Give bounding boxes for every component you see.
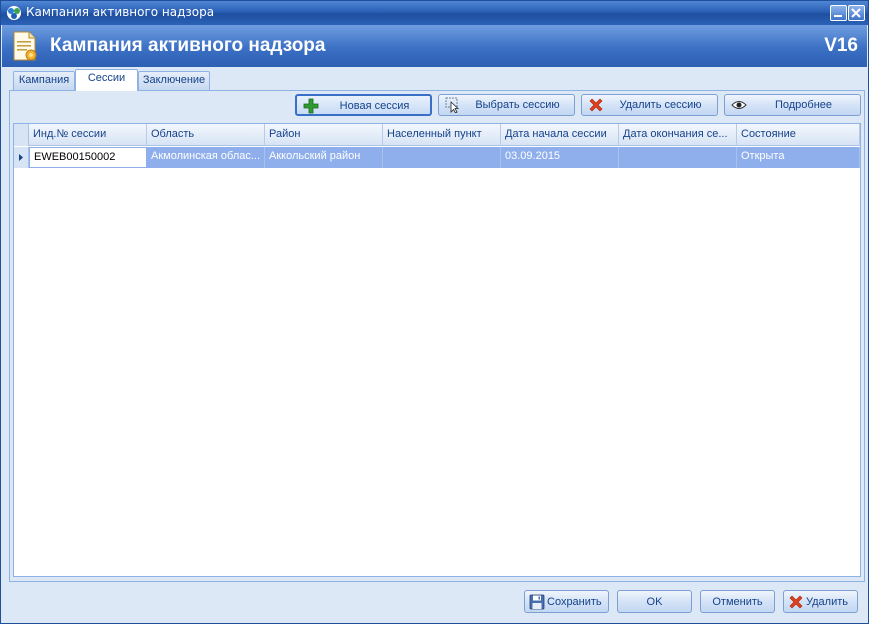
eye-icon <box>731 101 747 109</box>
ok-label: OK <box>646 596 663 608</box>
column-header-status[interactable]: Состояние <box>737 124 860 146</box>
header-banner: Кампания активного надзора V16 <box>2 25 867 67</box>
table-row[interactable]: EWEB00150002 Акмолинская облас... Акколь… <box>14 147 860 168</box>
select-session-button[interactable]: Выбрать сессию <box>438 94 575 116</box>
cancel-label: Отменить <box>712 596 763 608</box>
title-bar[interactable]: Кампания активного надзора <box>1 1 868 25</box>
delete-button[interactable]: Удалить <box>783 590 858 613</box>
current-row-arrow-icon <box>19 154 23 161</box>
ok-button[interactable]: OK <box>617 590 692 613</box>
app-logo-icon <box>7 6 21 20</box>
row-indicator-header <box>14 124 29 146</box>
cancel-button[interactable]: Отменить <box>700 590 775 613</box>
cell-session-id[interactable]: EWEB00150002 <box>29 147 147 168</box>
add-icon <box>303 98 319 114</box>
column-header-start-date[interactable]: Дата начала сессии <box>501 124 619 146</box>
main-window: Кампания активного надзора Кампания акти… <box>0 0 869 624</box>
select-session-label: Выбрать сессию <box>475 99 560 111</box>
page-title: Кампания активного надзора <box>50 35 326 56</box>
cell-end-date[interactable] <box>619 147 737 168</box>
column-header-district[interactable]: Район <box>265 124 383 146</box>
tab-sessions[interactable]: Сессии <box>75 69 138 91</box>
floppy-disk-icon <box>529 594 545 610</box>
details-label: Подробнее <box>774 99 833 111</box>
cell-district[interactable]: Аккольский район <box>265 147 383 168</box>
window-title: Кампания активного надзора <box>26 5 215 19</box>
column-header-end-date[interactable]: Дата окончания се... <box>619 124 737 146</box>
sessions-grid[interactable]: Инд.№ сессии Область Район Населенный пу… <box>13 123 861 577</box>
new-session-label: Новая сессия <box>339 100 410 112</box>
minimize-button[interactable] <box>830 5 847 21</box>
document-certificate-icon <box>13 31 37 61</box>
tab-campaign[interactable]: Кампания <box>13 71 75 90</box>
cell-region[interactable]: Акмолинская облас... <box>147 147 265 168</box>
save-label: Сохранить <box>547 596 602 608</box>
close-icon <box>851 8 861 18</box>
new-session-button[interactable]: Новая сессия <box>295 94 432 116</box>
column-header-region[interactable]: Область <box>147 124 265 146</box>
tab-conclusion[interactable]: Заключение <box>138 71 210 90</box>
cell-settlement[interactable] <box>383 147 501 168</box>
cursor-select-icon <box>445 97 460 113</box>
grid-header: Инд.№ сессии Область Район Населенный пу… <box>14 124 860 146</box>
delete-x-icon <box>589 98 603 112</box>
delete-label: Удалить <box>806 596 848 608</box>
cell-status[interactable]: Открыта <box>737 147 860 168</box>
delete-session-button[interactable]: Удалить сессию <box>581 94 718 116</box>
details-button[interactable]: Подробнее <box>724 94 861 116</box>
delete-x-icon <box>789 595 803 609</box>
minimize-icon <box>834 15 842 17</box>
close-button[interactable] <box>848 5 865 21</box>
delete-session-label: Удалить сессию <box>619 99 702 111</box>
row-indicator <box>14 147 29 168</box>
version-label: V16 <box>824 35 858 56</box>
column-header-session-id[interactable]: Инд.№ сессии <box>29 124 147 146</box>
save-button[interactable]: Сохранить <box>524 590 609 613</box>
column-header-settlement[interactable]: Населенный пункт <box>383 124 501 146</box>
cell-start-date[interactable]: 03.09.2015 <box>501 147 619 168</box>
